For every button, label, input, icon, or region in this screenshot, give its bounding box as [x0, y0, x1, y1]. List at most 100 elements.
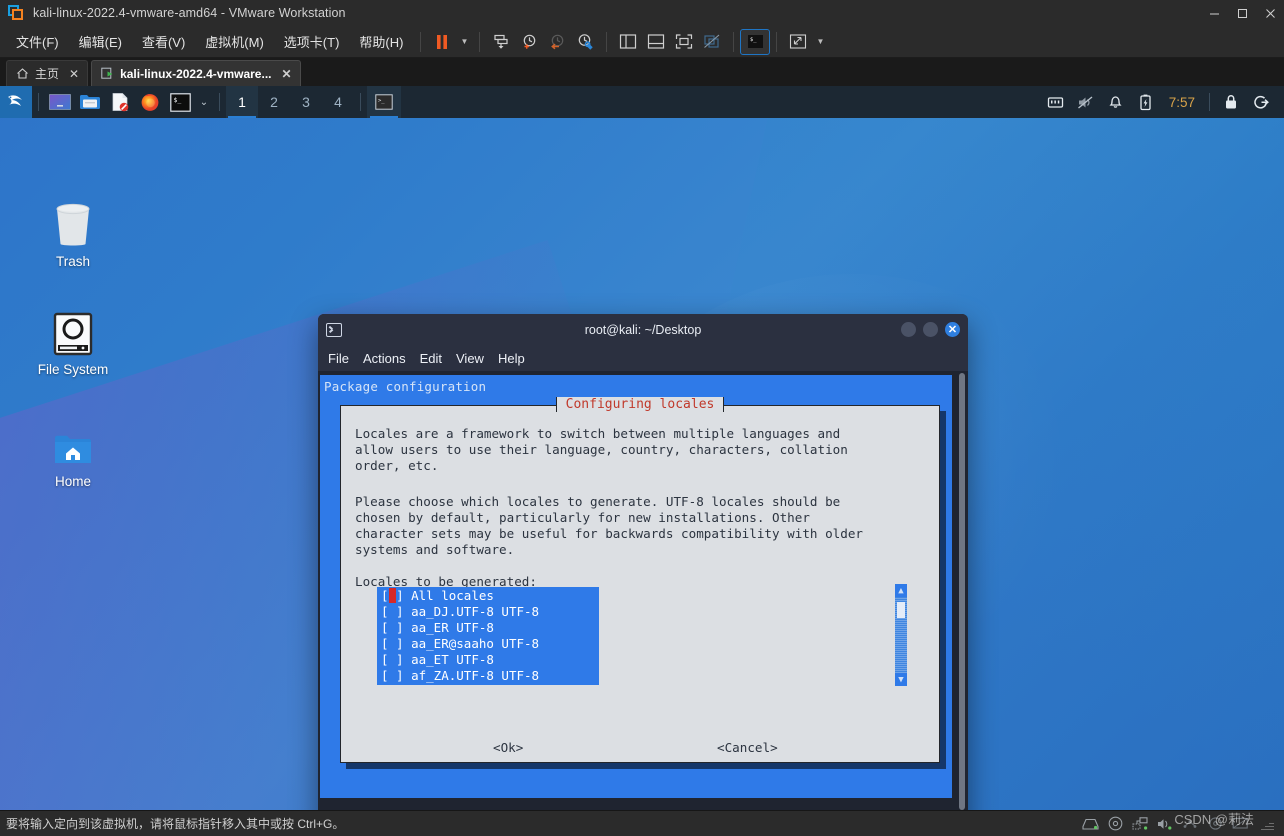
workspace-1[interactable]: 1 [226, 86, 258, 118]
arrow-up-icon[interactable]: ▲ [895, 584, 907, 597]
snapshot-manager-button[interactable] [571, 30, 599, 54]
chevron-down-icon[interactable]: ▼ [456, 37, 472, 46]
menu-vm[interactable]: 虚拟机(M) [195, 28, 274, 55]
display-icon[interactable] [1231, 815, 1249, 833]
chevron-down-icon[interactable]: ▼ [812, 37, 828, 46]
term-menu-actions[interactable]: Actions [363, 351, 406, 366]
fullscreen-button[interactable] [670, 30, 698, 54]
sound-card-icon[interactable] [1156, 815, 1174, 833]
terminal-scrollbar-thumb[interactable] [959, 373, 965, 810]
svg-text:>_: >_ [378, 98, 385, 104]
terminal-window: root@kali: ~/Desktop ✕ File Actions Edit… [318, 314, 968, 810]
menu-file[interactable]: 文件(F) [6, 28, 69, 55]
list-item[interactable]: [ ] af_ZA.UTF-8 UTF-8 [377, 668, 599, 684]
manage-snapshots-button[interactable] [487, 30, 515, 54]
locale-list-scrollbar[interactable]: ▲ ▼ [895, 584, 907, 686]
file-manager-icon[interactable] [75, 86, 105, 118]
logout-icon[interactable] [1246, 86, 1276, 118]
desktop-icon-label: File System [37, 362, 109, 377]
panel-divider [360, 93, 361, 111]
tab-kali-label: kali-linux-2022.4-vmware... [120, 66, 272, 81]
kali-dragon-icon [8, 95, 22, 106]
terminal-launcher-icon[interactable]: $_ [165, 86, 195, 118]
suspend-button[interactable] [428, 30, 456, 54]
scrollbar-thumb[interactable] [897, 602, 905, 618]
show-sidebar-button[interactable] [614, 30, 642, 54]
tab-kali-vm[interactable]: kali-linux-2022.4-vmware... ✕ [91, 60, 301, 86]
vm-icon [101, 67, 114, 80]
kali-system-tray: 7:57 [1041, 86, 1284, 118]
network-tray-icon[interactable] [1041, 86, 1071, 118]
ok-button[interactable]: <Ok> [493, 740, 523, 755]
menu-help[interactable]: 帮助(H) [349, 28, 413, 55]
desktop-icon-filesystem[interactable]: File System [18, 304, 128, 377]
terminal-window-buttons: ✕ [901, 322, 960, 337]
home-icon [16, 67, 29, 80]
take-snapshot-button[interactable] [515, 30, 543, 54]
term-menu-view[interactable]: View [456, 351, 484, 366]
term-menu-file[interactable]: File [328, 351, 349, 366]
workspace-2[interactable]: 2 [258, 86, 290, 118]
list-item[interactable]: [ ] aa_ER@saaho UTF-8 [377, 636, 599, 652]
list-item[interactable]: [ ] aa_ET UTF-8 [377, 652, 599, 668]
whiptail-canvas: Package configuration Configuring locale… [320, 375, 952, 798]
kali-menu-button[interactable] [0, 86, 32, 118]
list-item-label: aa_ET UTF-8 [411, 652, 494, 667]
volume-muted-icon[interactable] [1071, 86, 1101, 118]
list-item-label: All locales [411, 588, 494, 603]
menu-view[interactable]: 查看(V) [132, 28, 195, 55]
tab-close-icon[interactable]: ✕ [69, 67, 79, 81]
list-item[interactable]: [ ] aa_DJ.UTF-8 UTF-8 [377, 604, 599, 620]
locale-list[interactable]: [ ] All locales [ ] aa_DJ.UTF-8 UTF-8 [ … [377, 587, 599, 685]
cancel-button[interactable]: <Cancel> [717, 740, 778, 755]
revert-snapshot-button[interactable] [543, 30, 571, 54]
desktop-icon-trash[interactable]: Trash [18, 196, 128, 269]
term-menu-help[interactable]: Help [498, 351, 525, 366]
workspace-switcher-icon[interactable] [45, 86, 75, 118]
hard-disk-icon[interactable] [1081, 815, 1099, 833]
terminal-scrollbar[interactable] [958, 373, 966, 810]
task-terminal[interactable]: >_ [367, 86, 401, 118]
drive-icon [18, 304, 128, 356]
resize-grip[interactable] [1260, 817, 1274, 831]
menu-edit[interactable]: 编辑(E) [69, 28, 132, 55]
desktop-icon-label: Trash [55, 254, 90, 269]
desktop-icon-home[interactable]: Home [18, 416, 128, 489]
list-item[interactable]: [ ] aa_ER UTF-8 [377, 620, 599, 636]
close-button[interactable]: ✕ [945, 322, 960, 337]
tab-close-icon[interactable]: ✕ [281, 67, 291, 81]
toolbar-divider [479, 31, 481, 52]
configuring-locales-dialog: Configuring locales Locales are a framew… [340, 397, 940, 763]
usb-controller-icon[interactable] [1181, 815, 1199, 833]
unity-button[interactable] [698, 30, 726, 54]
battery-icon[interactable] [1131, 86, 1161, 118]
terminal-icon [326, 322, 342, 337]
network-adapter-icon[interactable] [1131, 815, 1149, 833]
terminal-body: Package configuration Configuring locale… [318, 371, 968, 810]
arrow-down-icon[interactable]: ▼ [895, 673, 907, 686]
show-thumbnail-button[interactable] [642, 30, 670, 54]
console-view-button[interactable]: $_ [740, 28, 771, 55]
tab-home[interactable]: 主页 ✕ [6, 60, 89, 86]
lock-screen-icon[interactable] [1216, 86, 1246, 118]
vmware-window-title: kali-linux-2022.4-vmware-amd64 - VMware … [33, 6, 346, 20]
stretch-button[interactable] [784, 30, 812, 54]
minimize-button[interactable] [901, 322, 916, 337]
package-configuration-header: Package configuration [324, 379, 487, 394]
cd-dvd-icon[interactable] [1106, 815, 1124, 833]
term-menu-edit[interactable]: Edit [420, 351, 442, 366]
notifications-icon[interactable] [1101, 86, 1131, 118]
workspace-3[interactable]: 3 [290, 86, 322, 118]
maximize-button[interactable] [923, 322, 938, 337]
workspace-4[interactable]: 4 [322, 86, 354, 118]
firefox-icon[interactable] [135, 86, 165, 118]
text-editor-icon[interactable] [105, 86, 135, 118]
maximize-icon[interactable] [1228, 0, 1256, 26]
minimize-icon[interactable] [1200, 0, 1228, 26]
close-icon[interactable] [1256, 0, 1284, 26]
list-item[interactable]: [ ] All locales [377, 588, 599, 604]
menu-tabs[interactable]: 选项卡(T) [274, 28, 350, 55]
clock[interactable]: 7:57 [1161, 95, 1203, 110]
chevron-down-icon[interactable]: ⌄ [195, 86, 213, 118]
printer-icon[interactable] [1206, 815, 1224, 833]
